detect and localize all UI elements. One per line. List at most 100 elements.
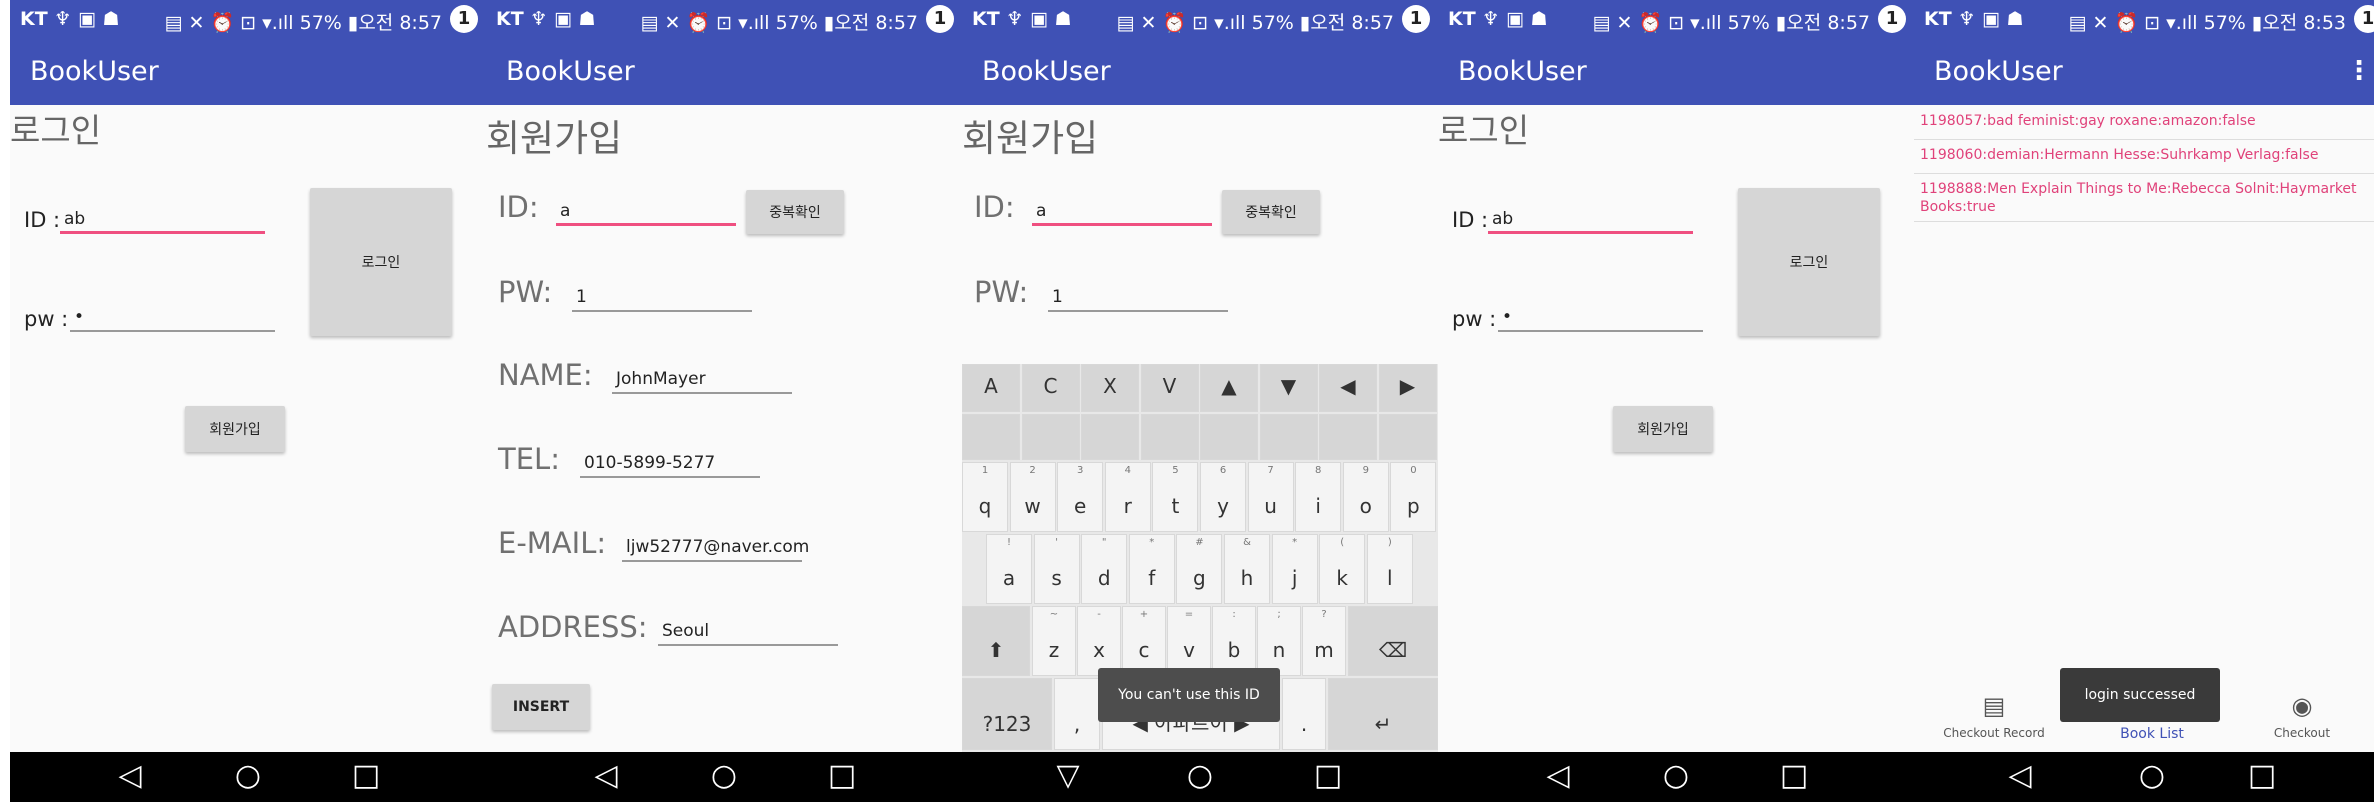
email-input[interactable]: ljw52777@naver.com [622,530,809,562]
key-z[interactable]: ~ z [1032,606,1076,676]
back-icon[interactable]: ◁ [100,752,160,802]
tel-input[interactable]: 010-5899-5277 [580,446,760,478]
address-input[interactable]: Seoul [658,614,838,646]
blank-key[interactable] [1259,414,1318,460]
blank-key[interactable] [1200,414,1258,460]
nav-key[interactable]: C [1021,364,1080,412]
home-icon[interactable]: ○ [218,752,278,802]
list-item[interactable]: 1198057:bad feminist:gay roxane:amazon:f… [1914,106,2374,140]
back-icon[interactable]: ◁ [1990,752,2050,802]
blank-key[interactable] [1021,414,1080,460]
page-title: 회원가입 [486,117,623,160]
login-button[interactable]: 로그인 [1738,188,1880,336]
key-l[interactable]: ) l [1366,534,1413,604]
status-info: ▤ ✕ ⏰ ⊡ ▾.ıll 57% ▮오전 8:53 [2068,12,2346,34]
home-icon[interactable]: ○ [1646,752,1706,802]
id-input[interactable]: ab [1488,202,1693,234]
key-label: X [1103,374,1117,398]
list-record-icon: ▤ [1982,692,2006,720]
key-r[interactable]: 4r [1104,462,1151,532]
id-input[interactable]: a [1032,194,1212,226]
pw-input[interactable]: 1 [1048,280,1228,312]
list-item[interactable]: 1198060:demian:Hermann Hesse:Suhrkamp Ve… [1914,140,2374,174]
list-item[interactable]: 1198888:Men Explain Things to Me:Rebecca… [1914,174,2374,222]
shift-key[interactable]: ⬆ [962,606,1030,676]
key-b[interactable]: :b [1212,606,1256,676]
insert-button[interactable]: INSERT [492,684,590,730]
toast-message: You can't use this ID [1098,668,1280,722]
signup-button[interactable]: 회원가입 [185,406,285,452]
key-w[interactable]: 2w [1009,462,1056,532]
nav-key[interactable]: ◀ [1319,364,1377,412]
tab-checkout[interactable]: ◉ Checkout [2232,680,2372,752]
key-hint: + [1139,609,1149,620]
blank-key[interactable] [962,414,1020,460]
back-down-icon[interactable]: ▽ [1038,752,1098,802]
home-icon[interactable]: ○ [1170,752,1230,802]
key-c[interactable]: + c [1122,606,1166,676]
key-n[interactable]: ; n [1257,606,1301,676]
symbols-key[interactable]: ?123 [962,678,1052,750]
key-e[interactable]: 3e [1057,462,1104,532]
pw-input[interactable]: • [70,300,275,332]
nav-key[interactable]: V [1140,364,1199,412]
key-label: ⌫ [1378,638,1408,662]
key-hint: ) [1387,537,1392,548]
recent-apps-icon[interactable]: □ [2232,752,2292,802]
nav-key[interactable]: X [1081,364,1139,412]
key-k[interactable]: (k [1319,534,1366,604]
period-key[interactable]: . [1282,678,1326,750]
recent-apps-icon[interactable]: □ [336,752,396,802]
blank-key[interactable] [1378,414,1437,460]
key-x[interactable]: -x [1077,606,1121,676]
key-label: h [1240,566,1254,590]
home-icon[interactable]: ○ [694,752,754,802]
key-v[interactable]: = v [1167,606,1211,676]
backspace-key[interactable]: ⌫ [1348,606,1438,676]
key-d[interactable]: " d [1081,534,1128,604]
nav-key[interactable]: ▶ [1378,364,1437,412]
overflow-menu-icon[interactable]: ⋮ [2346,56,2372,86]
key-label: f [1148,566,1156,590]
key-o[interactable]: 9o [1342,462,1389,532]
pw-input[interactable]: • [1498,300,1703,332]
signup-button[interactable]: 회원가입 [1613,406,1713,452]
blank-key[interactable] [1081,414,1139,460]
id-input[interactable]: ab [60,202,265,234]
key-a[interactable]: ! a [986,534,1032,604]
id-input[interactable]: a [556,194,736,226]
key-label: r [1123,494,1132,518]
pw-input[interactable]: 1 [572,280,752,312]
key-i[interactable]: 8i [1295,462,1342,532]
key-p[interactable]: 0p [1390,462,1437,532]
key-m[interactable]: ? m [1302,606,1346,676]
duplicate-check-button[interactable]: 중복확인 [746,190,844,234]
key-j[interactable]: * j [1271,534,1318,604]
nav-key[interactable]: ▼ [1259,364,1318,412]
back-icon[interactable]: ◁ [576,752,636,802]
nav-key[interactable]: A [962,364,1020,412]
tab-checkout-record[interactable]: ▤ Checkout Record [1924,680,2064,752]
recent-apps-icon[interactable]: □ [1298,752,1358,802]
login-button[interactable]: 로그인 [310,188,452,336]
recent-apps-icon[interactable]: □ [812,752,872,802]
comma-key[interactable]: , [1054,678,1100,750]
key-q[interactable]: 1q [962,462,1008,532]
blank-key[interactable] [1140,414,1199,460]
key-t[interactable]: 5t [1152,462,1199,532]
name-input[interactable]: JohnMayer [612,362,792,394]
key-u[interactable]: 7u [1247,462,1294,532]
key-y[interactable]: 6y [1200,462,1246,532]
recent-apps-icon[interactable]: □ [1764,752,1824,802]
key-f[interactable]: * f [1128,534,1175,604]
key-g[interactable]: # g [1176,534,1223,604]
enter-key[interactable]: ↵ [1328,678,1438,750]
key-h[interactable]: & h [1224,534,1270,604]
back-icon[interactable]: ◁ [1528,752,1588,802]
blank-key[interactable] [1319,414,1377,460]
key-s[interactable]: ' s [1033,534,1080,604]
nav-key[interactable]: ▲ [1200,364,1258,412]
key-hint: * [1292,537,1298,548]
home-icon[interactable]: ○ [2122,752,2182,802]
duplicate-check-button[interactable]: 중복확인 [1222,190,1320,234]
